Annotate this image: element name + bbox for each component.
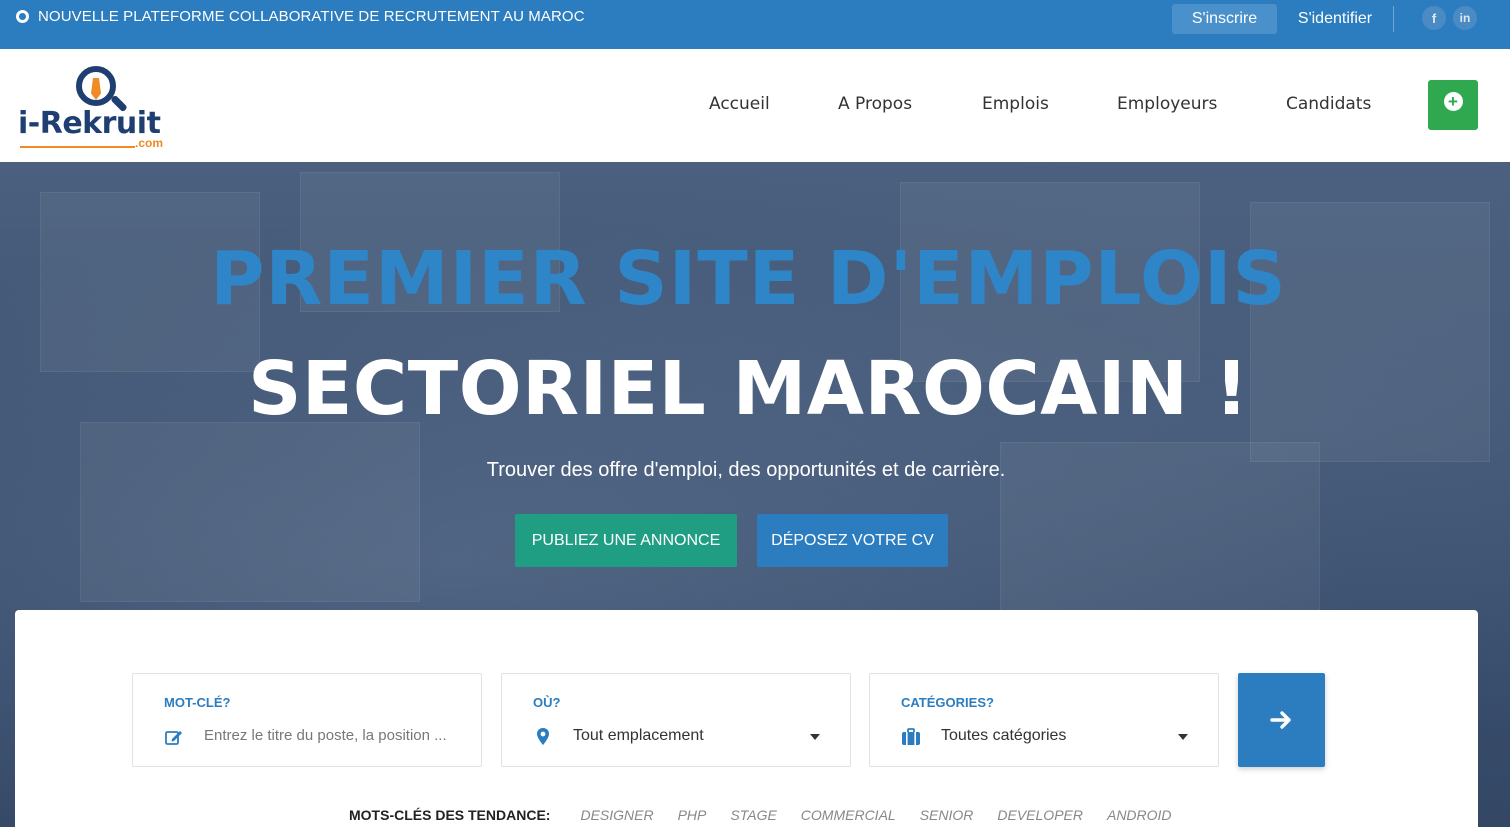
keyword-field[interactable]: MOT-CLÉ? Entrez le titre du poste, la po…: [132, 673, 482, 767]
nav-candidats[interactable]: Candidats: [1286, 94, 1371, 114]
trending-keywords: MOTS-CLÉS DES TENDANCE: DESIGNER PHP STA…: [349, 807, 1196, 823]
location-value: Tout emplacement: [573, 727, 704, 744]
nav-emplois[interactable]: Emplois: [982, 94, 1049, 114]
add-listing-button[interactable]: +: [1428, 80, 1478, 130]
announcement-text: NOUVELLE PLATEFORME COLLABORATIVE DE REC…: [38, 8, 585, 25]
announcement: NOUVELLE PLATEFORME COLLABORATIVE DE REC…: [16, 8, 585, 25]
trending-keyword[interactable]: DESIGNER: [580, 807, 653, 823]
linkedin-icon[interactable]: in: [1453, 6, 1477, 30]
keyword-input[interactable]: Entrez le titre du poste, la position ..…: [204, 727, 447, 744]
publish-ad-button[interactable]: PUBLIEZ UNE ANNONCE: [515, 514, 737, 567]
edit-icon: [165, 731, 182, 745]
trending-keyword[interactable]: COMMERCIAL: [801, 807, 896, 823]
chevron-down-icon: [1178, 734, 1188, 740]
divider: [1393, 6, 1394, 32]
main-header: i-Rekruit .com Accueil A Propos Emplois …: [0, 49, 1510, 162]
category-value: Toutes catégories: [941, 727, 1067, 744]
search-card: MOT-CLÉ? Entrez le titre du poste, la po…: [15, 610, 1478, 827]
trending-keyword[interactable]: SENIOR: [920, 807, 974, 823]
nav-accueil[interactable]: Accueil: [709, 94, 770, 114]
trending-keyword[interactable]: PHP: [678, 807, 707, 823]
trending-keyword[interactable]: DEVELOPER: [997, 807, 1083, 823]
category-select[interactable]: CATÉGORIES? Toutes catégories: [869, 673, 1219, 767]
circle-icon: [16, 10, 29, 23]
map-pin-icon: [537, 728, 549, 745]
top-bar: NOUVELLE PLATEFORME COLLABORATIVE DE REC…: [0, 0, 1510, 49]
category-label: CATÉGORIES?: [901, 695, 994, 710]
search-submit-button[interactable]: [1238, 673, 1325, 767]
nav-employeurs[interactable]: Employeurs: [1117, 94, 1217, 114]
facebook-icon[interactable]: f: [1422, 6, 1446, 30]
arrow-right-icon: [1269, 711, 1291, 729]
trending-keyword[interactable]: ANDROID: [1107, 807, 1172, 823]
briefcase-icon: [902, 728, 920, 745]
login-link[interactable]: S'identifier: [1287, 4, 1383, 34]
submit-cv-button[interactable]: DÉPOSEZ VOTRE CV: [757, 514, 948, 567]
location-label: OÙ?: [533, 695, 561, 710]
trending-label: MOTS-CLÉS DES TENDANCE:: [349, 807, 551, 823]
hero-title-line2: SECTORIEL MAROCAIN !: [248, 346, 1249, 432]
keyword-label: MOT-CLÉ?: [164, 695, 231, 710]
hero-title-line1: PREMIER SITE D'EMPLOIS: [210, 236, 1287, 322]
site-logo[interactable]: i-Rekruit .com: [18, 64, 178, 154]
signup-button[interactable]: S'inscrire: [1172, 4, 1277, 34]
chevron-down-icon: [810, 734, 820, 740]
location-select[interactable]: OÙ? Tout emplacement: [501, 673, 851, 767]
trending-keyword[interactable]: STAGE: [730, 807, 776, 823]
nav-a-propos[interactable]: A Propos: [838, 94, 912, 114]
plus-icon: +: [1443, 92, 1463, 111]
hero-subtitle: Trouver des offre d'emploi, des opportun…: [486, 459, 1006, 481]
logo-suffix: .com: [135, 136, 164, 150]
